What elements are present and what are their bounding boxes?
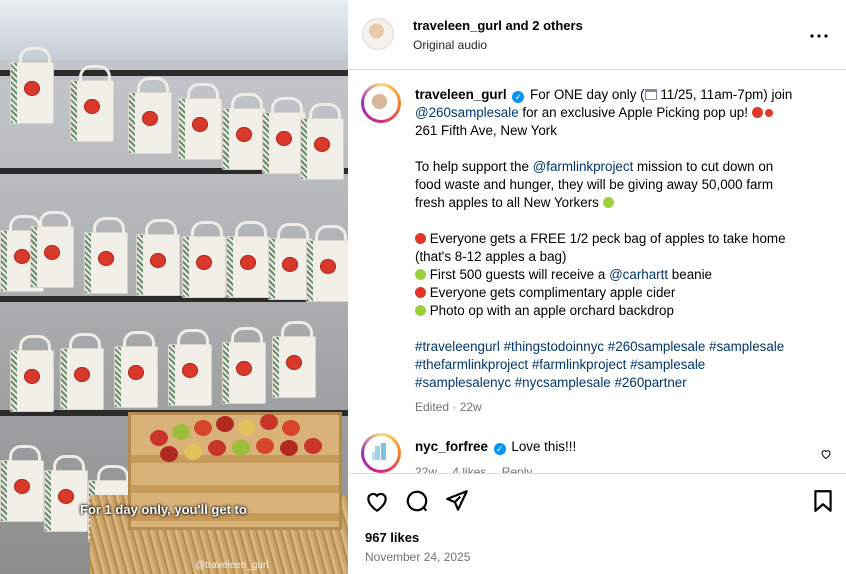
calendar-icon — [644, 89, 657, 100]
instagram-post-view: For 1 day only, you'll get to @traveleen… — [0, 0, 846, 574]
caption-text: 11/25, 11am-7pm) join — [656, 87, 793, 102]
apple-bag — [300, 103, 344, 180]
apple-bag — [60, 333, 104, 410]
video-caption-overlay: For 1 day only, you'll get to — [80, 502, 247, 517]
apple-bag — [114, 331, 158, 408]
apple — [150, 430, 168, 446]
verified-icon: ✓ — [493, 443, 506, 455]
apple-bag — [136, 219, 180, 296]
green-apple-icon — [415, 269, 426, 280]
apple-bag — [182, 221, 226, 298]
post-date: November 24, 2025 — [365, 550, 471, 564]
mention-260samplesale[interactable]: @260samplesale — [415, 105, 519, 120]
apple — [260, 414, 278, 430]
like-count[interactable]: 967 likes — [365, 530, 419, 545]
ceiling-backdrop — [0, 0, 348, 60]
apple — [282, 420, 300, 436]
apple-bag — [44, 455, 88, 532]
apple — [194, 420, 212, 436]
apple-bag — [306, 225, 348, 302]
apple — [304, 438, 322, 454]
edited-timestamp: Edited · 22w — [415, 400, 482, 414]
apple-bag — [272, 321, 316, 398]
caption-text: food waste and hunger, they will be givi… — [415, 177, 774, 192]
caption-text: Everyone gets complimentary apple cider — [426, 285, 676, 300]
apple — [232, 440, 250, 456]
post-details-panel: traveleen_gurl and 2 others Original aud… — [348, 0, 846, 574]
caption-text: mission to cut down on — [633, 159, 774, 174]
apple-bag — [226, 221, 270, 298]
mention-farmlinkproject[interactable]: @farmlinkproject — [533, 159, 634, 174]
more-icon[interactable] — [810, 25, 828, 43]
post-actions: 967 likes November 24, 2025 — [348, 473, 846, 574]
apple-icon — [751, 107, 763, 118]
apple — [184, 444, 202, 460]
comment-text: Love this!!! — [511, 439, 577, 454]
caption-text: Everyone gets a FREE 1/2 peck bag of app… — [426, 231, 786, 246]
post-header: traveleen_gurl and 2 others Original aud… — [348, 0, 846, 70]
apple-bag — [178, 83, 222, 160]
apple — [238, 420, 256, 436]
comment-like-icon[interactable] — [820, 447, 832, 460]
audio-label[interactable]: Original audio — [413, 38, 487, 52]
header-username[interactable]: traveleen_gurl — [413, 18, 502, 33]
comment-icon[interactable] — [404, 488, 430, 514]
apple-bag — [84, 217, 128, 294]
heart-icon[interactable] — [364, 488, 390, 514]
caption-text: For ONE day only ( — [530, 87, 645, 102]
hashtags[interactable]: #traveleengurl #thingstodoinnyc #260samp… — [415, 338, 835, 356]
apple-bag — [10, 47, 54, 124]
apple — [160, 446, 178, 462]
caption-text: beanie — [668, 267, 713, 282]
green-apple-icon — [415, 305, 426, 316]
apple-icon — [415, 233, 426, 244]
commenter-avatar[interactable] — [364, 436, 398, 470]
hashtags[interactable]: #thefarmlinkproject #farmlinkproject #sa… — [415, 356, 835, 374]
comment-row: nyc_forfree ✓ Love this!!! — [415, 439, 576, 455]
mention-carhartt[interactable]: @carhartt — [609, 267, 668, 282]
caption-text: for an exclusive Apple Picking pop up! — [518, 105, 752, 120]
verified-icon: ✓ — [512, 91, 525, 103]
comment-username[interactable]: nyc_forfree — [415, 439, 488, 454]
caption-text: fresh apples to all New Yorkers — [415, 195, 603, 210]
author-avatar[interactable] — [362, 18, 394, 50]
share-icon[interactable] — [444, 488, 470, 514]
green-apple-icon — [602, 197, 614, 208]
bookmark-icon[interactable] — [810, 488, 836, 514]
apple-bag — [70, 65, 114, 142]
post-caption: traveleen_gurl ✓ For ONE day only ( 11/2… — [415, 86, 835, 416]
post-video[interactable]: For 1 day only, you'll get to @traveleen… — [0, 0, 348, 574]
apple-bag — [0, 445, 44, 522]
apple-icon — [415, 287, 426, 298]
apple — [256, 438, 274, 454]
video-watermark: @traveleen_gurl — [195, 560, 269, 571]
pin-icon — [764, 109, 773, 117]
hashtags[interactable]: #samplesalenyc #nycsamplesale #260partne… — [415, 374, 835, 392]
apple-bag — [128, 77, 172, 154]
caption-text: To help support the — [415, 159, 533, 174]
apple — [208, 440, 226, 456]
apple-bag — [30, 211, 74, 288]
apple — [172, 424, 190, 440]
apple-bag — [222, 93, 266, 170]
apple-bag — [10, 335, 54, 412]
caption-text: First 500 guests will receive a — [426, 267, 610, 282]
caption-author-avatar[interactable] — [364, 86, 398, 120]
header-authors: traveleen_gurl and 2 others — [413, 18, 583, 33]
apple-bag — [222, 327, 266, 404]
caption-text: Photo op with an apple orchard backdrop — [426, 303, 674, 318]
caption-username[interactable]: traveleen_gurl — [415, 87, 507, 102]
apple-bag — [168, 329, 212, 406]
header-others[interactable]: and 2 others — [506, 18, 583, 33]
apple — [280, 440, 298, 456]
caption-text: (that's 8-12 apples a bag) — [415, 249, 567, 264]
caption-text: 261 Fifth Ave, New York — [415, 123, 557, 138]
apple — [216, 416, 234, 432]
